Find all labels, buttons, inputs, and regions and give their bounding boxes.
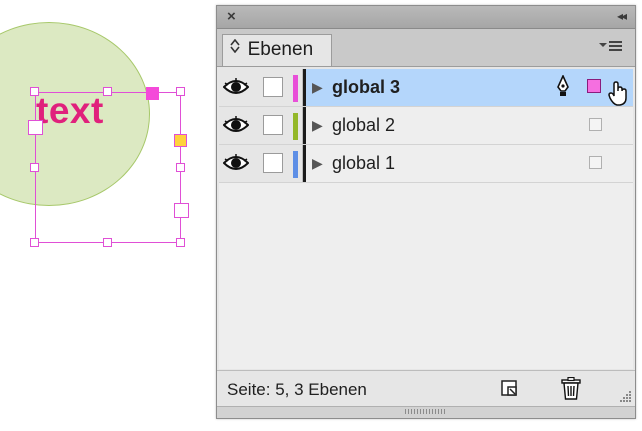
layer-color-swatch xyxy=(293,151,298,178)
document-canvas[interactable]: text xyxy=(0,0,215,431)
layer-row-global-3[interactable]: ▶ global 3 xyxy=(219,69,633,107)
frame-handle-top-left[interactable] xyxy=(30,87,39,96)
layer-name-area[interactable]: ▶ global 3 xyxy=(306,69,633,106)
selection-indicator-icon[interactable] xyxy=(587,79,601,93)
layer-row-left-cell xyxy=(219,145,303,182)
panel-menu-icon[interactable] xyxy=(599,39,623,57)
layer-row-left-cell xyxy=(219,69,303,106)
eye-icon[interactable] xyxy=(222,78,250,101)
eye-icon[interactable] xyxy=(222,116,250,139)
eye-icon[interactable] xyxy=(222,154,250,177)
frame-in-port[interactable] xyxy=(28,120,43,135)
expand-triangle-icon[interactable]: ▶ xyxy=(312,117,323,134)
layer-name: global 3 xyxy=(332,77,401,97)
layer-row-global-1[interactable]: ▶ global 1 xyxy=(219,145,633,183)
selection-indicator-icon[interactable] xyxy=(589,156,602,169)
tab-label: Ebenen xyxy=(247,39,314,60)
layers-panel: × ◂◂ Ebenen ▶ global 3 ▶ global 2 ▶ glob… xyxy=(216,5,636,419)
tab-sort-arrows-icon xyxy=(230,38,244,56)
text-frame-selection[interactable] xyxy=(35,92,181,243)
panel-bottom-grip[interactable] xyxy=(217,406,635,418)
layer-color-swatch xyxy=(293,113,298,140)
frame-handle-bottom-left[interactable] xyxy=(30,238,39,247)
layer-name-area[interactable]: ▶ global 1 xyxy=(306,145,633,182)
layer-name-area[interactable]: ▶ global 2 xyxy=(306,107,633,144)
status-text: Seite: 5, 3 Ebenen xyxy=(227,380,367,399)
trash-icon[interactable] xyxy=(561,376,581,406)
expand-triangle-icon[interactable]: ▶ xyxy=(312,79,323,96)
panel-statusbar: Seite: 5, 3 Ebenen xyxy=(217,370,635,408)
expand-triangle-icon[interactable]: ▶ xyxy=(312,155,323,172)
frame-handle-bottom-right[interactable] xyxy=(176,238,185,247)
layer-list: ▶ global 3 ▶ global 2 ▶ global 1 xyxy=(219,69,633,369)
close-icon[interactable]: × xyxy=(227,8,236,25)
panel-titlebar[interactable]: × ◂◂ xyxy=(217,6,635,29)
frame-handle-bottom[interactable] xyxy=(103,238,112,247)
drag-grip-icon[interactable] xyxy=(405,409,445,414)
frame-handle-top[interactable] xyxy=(103,87,112,96)
lock-toggle-icon[interactable] xyxy=(263,115,283,135)
frame-out-port[interactable] xyxy=(174,134,187,147)
panel-tabbar: Ebenen xyxy=(217,29,635,67)
frame-handle-left[interactable] xyxy=(30,163,39,172)
pen-icon xyxy=(555,74,571,102)
tab-ebenen[interactable]: Ebenen xyxy=(222,34,332,66)
layer-color-swatch xyxy=(293,75,298,102)
layer-name: global 2 xyxy=(332,115,396,135)
lock-toggle-icon[interactable] xyxy=(263,77,283,97)
selection-indicator-icon[interactable] xyxy=(589,118,602,131)
frame-anchor-point[interactable] xyxy=(146,87,159,100)
collapse-icon[interactable]: ◂◂ xyxy=(617,9,627,23)
layer-row-left-cell xyxy=(219,107,303,144)
frame-overflow-port[interactable] xyxy=(174,203,189,218)
lock-toggle-icon[interactable] xyxy=(263,153,283,173)
layer-name: global 1 xyxy=(332,153,396,173)
layer-row-global-2[interactable]: ▶ global 2 xyxy=(219,107,633,145)
frame-handle-top-right[interactable] xyxy=(176,87,185,96)
frame-handle-right[interactable] xyxy=(176,163,185,172)
new-layer-icon[interactable] xyxy=(501,380,521,403)
